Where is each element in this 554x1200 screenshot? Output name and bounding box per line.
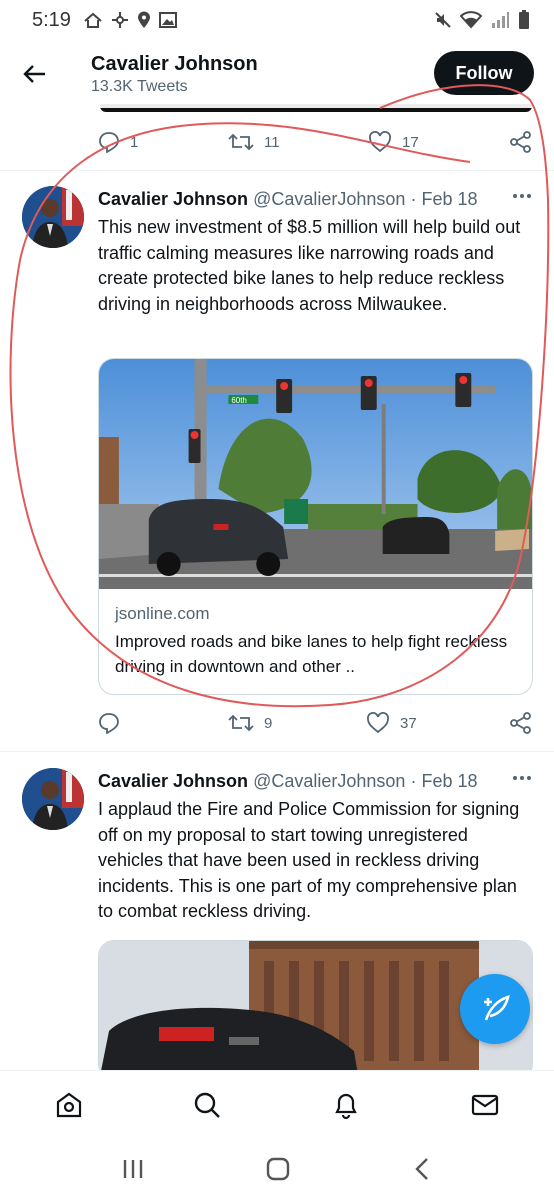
back-system-button[interactable] <box>407 1156 437 1182</box>
tweet-header: Cavalier Johnson @CavalierJohnson · Feb … <box>98 189 534 210</box>
tweet-divider <box>0 751 554 752</box>
tweet-count: 13.3K Tweets <box>91 77 188 95</box>
share-icon <box>510 131 531 153</box>
retweet-count: 11 <box>264 133 280 151</box>
home-button-icon <box>266 1157 290 1181</box>
search-icon <box>194 1092 220 1118</box>
system-navigation-bar <box>0 1136 554 1200</box>
status-notification-icons <box>83 11 177 29</box>
header-titles: Cavalier Johnson 13.3K Tweets <box>91 53 258 96</box>
profile-header: Cavalier Johnson 13.3K Tweets Follow <box>0 40 554 108</box>
tweet-date[interactable]: Feb 18 <box>421 771 477 791</box>
author-name[interactable]: Cavalier Johnson <box>98 189 248 209</box>
home-system-button[interactable] <box>263 1156 293 1182</box>
compose-tweet-icon <box>484 995 510 1021</box>
status-bar: 5:19 <box>0 0 554 40</box>
link-title: Improved roads and bike lanes to help fi… <box>115 632 508 676</box>
street-sign-text: 60th <box>231 396 246 405</box>
bottom-navigation <box>0 1070 554 1136</box>
tweet-divider <box>0 170 554 171</box>
reply-button[interactable]: 1 <box>98 131 138 153</box>
avatar[interactable] <box>22 186 84 248</box>
retweet-button[interactable]: 9 <box>228 712 272 734</box>
avatar[interactable] <box>22 768 84 830</box>
mute-icon <box>435 12 451 28</box>
nav-home[interactable] <box>53 1089 85 1121</box>
like-button[interactable]: 37 <box>366 712 417 734</box>
avatar-image <box>22 186 84 248</box>
link-card-image: 60th <box>99 359 532 589</box>
recent-apps-icon <box>123 1160 143 1178</box>
more-dots-icon <box>513 194 531 198</box>
retweet-button[interactable]: 11 <box>228 131 280 153</box>
heart-icon <box>367 712 389 734</box>
location-icon <box>137 11 150 28</box>
compose-tweet-button[interactable] <box>460 974 530 1044</box>
nav-notifications[interactable] <box>330 1089 362 1121</box>
back-nav-icon <box>415 1158 428 1180</box>
reply-button[interactable] <box>98 712 130 734</box>
share-button[interactable] <box>510 712 532 734</box>
follow-button[interactable]: Follow <box>434 51 534 95</box>
author-name[interactable]: Cavalier Johnson <box>98 771 248 791</box>
nav-messages[interactable] <box>469 1089 501 1121</box>
author-handle[interactable]: @CavalierJohnson <box>253 771 405 791</box>
wifi-icon <box>460 11 482 29</box>
more-options-button[interactable] <box>512 768 532 794</box>
share-icon <box>510 712 531 734</box>
gallery-icon <box>158 12 177 28</box>
separator-dot: · <box>410 189 417 209</box>
recent-apps-button[interactable] <box>118 1156 148 1182</box>
reply-count: 1 <box>130 133 139 151</box>
avatar-image <box>22 768 84 830</box>
separator-dot: · <box>410 771 417 791</box>
retweet-icon <box>228 714 254 732</box>
tweet-header: Cavalier Johnson @CavalierJohnson · Feb … <box>98 771 534 792</box>
tweet-actions: 9 37 <box>98 708 538 738</box>
like-count: 17 <box>402 133 419 151</box>
signal-icon <box>492 12 509 28</box>
retweet-icon <box>228 133 254 151</box>
battery-icon <box>519 10 529 29</box>
link-card[interactable]: 60th jsonline.com Improved roads and bik… <box>98 358 533 695</box>
more-options-button[interactable] <box>512 186 532 212</box>
reply-icon <box>99 132 119 153</box>
messages-icon <box>471 1094 499 1116</box>
nav-search[interactable] <box>191 1089 223 1121</box>
tweet-text: This new investment of $8.5 million will… <box>98 217 521 314</box>
link-domain: jsonline.com <box>115 604 210 623</box>
pinwheel-icon <box>111 12 128 28</box>
notifications-icon <box>335 1093 357 1120</box>
arrow-left-icon <box>23 65 45 83</box>
tweet-date[interactable]: Feb 18 <box>421 189 477 209</box>
more-dots-icon <box>513 776 531 780</box>
status-time: 5:19 <box>32 8 71 31</box>
profile-name: Cavalier Johnson <box>91 52 258 75</box>
tweet-text: I applaud the Fire and Police Commission… <box>98 799 520 921</box>
heart-icon <box>369 131 391 153</box>
notification-app-icon <box>84 12 102 28</box>
previous-tweet-actions: 1 11 17 <box>98 127 538 157</box>
like-button[interactable]: 17 <box>368 131 419 153</box>
share-button[interactable] <box>510 131 532 153</box>
home-icon <box>56 1092 82 1118</box>
reply-icon <box>99 713 119 734</box>
back-button[interactable] <box>0 40 70 108</box>
retweet-count: 9 <box>264 714 273 732</box>
like-count: 37 <box>400 714 417 732</box>
author-handle[interactable]: @CavalierJohnson <box>253 189 405 209</box>
